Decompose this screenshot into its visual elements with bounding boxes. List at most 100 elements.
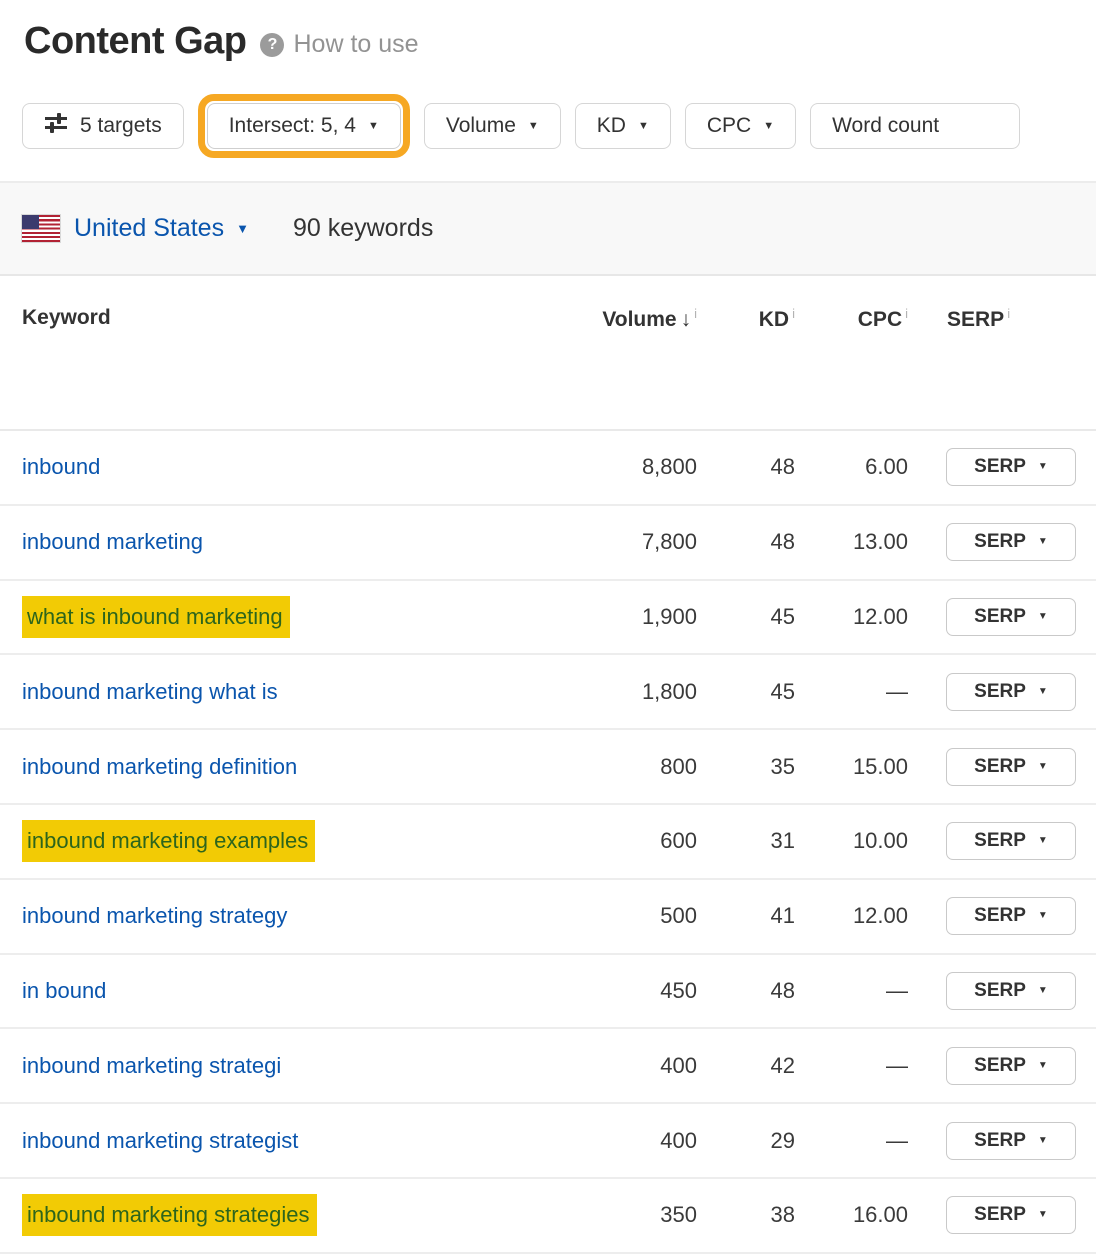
keyword-link[interactable]: in bound bbox=[22, 978, 106, 1003]
keyword-cell: in bound bbox=[0, 978, 537, 1004]
serp-dropdown-button[interactable]: SERP ▼ bbox=[946, 598, 1076, 636]
chevron-down-icon: ▼ bbox=[638, 121, 649, 132]
cpc-value: — bbox=[795, 679, 908, 705]
chevron-down-icon: ▼ bbox=[368, 121, 379, 132]
keyword-cell: inbound marketing what is bbox=[0, 679, 537, 705]
keyword-link[interactable]: inbound marketing what is bbox=[22, 679, 278, 704]
serp-dropdown-button[interactable]: SERP ▼ bbox=[946, 1047, 1076, 1085]
keyword-link[interactable]: inbound marketing strategi bbox=[22, 1053, 281, 1078]
volume-filter-dropdown[interactable]: Volume ▼ bbox=[424, 103, 561, 149]
serp-cell: SERP ▼ bbox=[908, 897, 1096, 935]
chevron-down-icon: ▼ bbox=[763, 121, 774, 132]
kd-filter-dropdown[interactable]: KD ▼ bbox=[575, 103, 671, 149]
volume-value: 8,800 bbox=[537, 454, 697, 480]
keyword-link[interactable]: inbound marketing bbox=[22, 529, 203, 554]
results-subheader: United States ▼ 90 keywords bbox=[0, 181, 1096, 276]
chevron-down-icon: ▼ bbox=[1038, 986, 1048, 996]
kd-value: 48 bbox=[697, 529, 795, 555]
table-row: inbound marketing what is 1,800 45 — SER… bbox=[0, 655, 1096, 730]
serp-cell: SERP ▼ bbox=[908, 748, 1096, 786]
chevron-down-icon: ▼ bbox=[1038, 612, 1048, 622]
table-row: inbound marketing strategist 400 29 — SE… bbox=[0, 1104, 1096, 1179]
keyword-link[interactable]: inbound marketing examples bbox=[22, 820, 315, 862]
serp-dropdown-button[interactable]: SERP ▼ bbox=[946, 673, 1076, 711]
country-selector[interactable]: United States ▼ bbox=[74, 214, 249, 243]
sort-desc-arrow-icon: ↓ bbox=[681, 308, 692, 331]
cpc-value: 10.00 bbox=[795, 828, 908, 854]
chevron-down-icon: ▼ bbox=[1038, 1061, 1048, 1071]
volume-value: 450 bbox=[537, 978, 697, 1004]
table-header-row: Keyword Volume↓i KDi CPCi SERPi bbox=[0, 276, 1096, 431]
keyword-link[interactable]: inbound marketing definition bbox=[22, 754, 297, 779]
sliders-icon bbox=[44, 112, 68, 140]
column-header-cpc[interactable]: CPCi bbox=[795, 306, 908, 332]
targets-button[interactable]: 5 targets bbox=[22, 103, 184, 149]
serp-dropdown-button[interactable]: SERP ▼ bbox=[946, 448, 1076, 486]
keyword-count: 90 keywords bbox=[293, 214, 433, 243]
keyword-link[interactable]: inbound marketing strategist bbox=[22, 1128, 298, 1153]
chevron-down-icon: ▼ bbox=[1038, 836, 1048, 846]
serp-dropdown-button[interactable]: SERP ▼ bbox=[946, 1122, 1076, 1160]
kd-value: 48 bbox=[697, 978, 795, 1004]
volume-value: 7,800 bbox=[537, 529, 697, 555]
filters-toolbar: 5 targets Intersect: 5, 4 ▼ Volume ▼ KD … bbox=[0, 95, 1096, 157]
kd-value: 41 bbox=[697, 903, 795, 929]
chevron-down-icon: ▼ bbox=[1038, 1136, 1048, 1146]
serp-dropdown-button[interactable]: SERP ▼ bbox=[946, 523, 1076, 561]
keyword-link[interactable]: inbound marketing strategy bbox=[22, 903, 287, 928]
page-header: Content Gap ? How to use bbox=[0, 0, 1096, 63]
volume-value: 1,900 bbox=[537, 604, 697, 630]
serp-cell: SERP ▼ bbox=[908, 1122, 1096, 1160]
volume-value: 600 bbox=[537, 828, 697, 854]
table-row: inbound marketing examples 600 31 10.00 … bbox=[0, 805, 1096, 880]
kd-value: 35 bbox=[697, 754, 795, 780]
column-header-keyword[interactable]: Keyword bbox=[0, 306, 537, 330]
kd-value: 42 bbox=[697, 1053, 795, 1079]
how-to-use[interactable]: ? How to use bbox=[260, 30, 418, 59]
serp-cell: SERP ▼ bbox=[908, 673, 1096, 711]
table-row: inbound marketing strategies 350 38 16.0… bbox=[0, 1179, 1096, 1254]
table-body: inbound 8,800 48 6.00 SERP ▼ inbound mar… bbox=[0, 431, 1096, 1254]
keyword-cell: inbound marketing examples bbox=[0, 828, 537, 854]
column-header-serp[interactable]: SERPi bbox=[908, 306, 1096, 332]
keyword-link[interactable]: inbound marketing strategies bbox=[22, 1194, 317, 1236]
table-row: inbound marketing strategy 500 41 12.00 … bbox=[0, 880, 1096, 955]
question-mark-icon: ? bbox=[260, 33, 284, 57]
chevron-down-icon: ▼ bbox=[1038, 1210, 1048, 1220]
word-count-filter-button[interactable]: Word count bbox=[810, 103, 1020, 149]
serp-dropdown-button[interactable]: SERP ▼ bbox=[946, 897, 1076, 935]
cpc-value: 6.00 bbox=[795, 454, 908, 480]
table-row: inbound marketing strategi 400 42 — SERP… bbox=[0, 1029, 1096, 1104]
column-header-kd[interactable]: KDi bbox=[697, 306, 795, 332]
cpc-value: — bbox=[795, 978, 908, 1004]
page-title: Content Gap bbox=[24, 20, 246, 63]
word-count-label: Word count bbox=[832, 114, 939, 138]
cpc-value: 12.00 bbox=[795, 903, 908, 929]
keyword-link[interactable]: what is inbound marketing bbox=[22, 596, 290, 638]
keyword-cell: inbound marketing bbox=[0, 529, 537, 555]
cpc-filter-dropdown[interactable]: CPC ▼ bbox=[685, 103, 796, 149]
serp-dropdown-button[interactable]: SERP ▼ bbox=[946, 972, 1076, 1010]
cpc-value: 16.00 bbox=[795, 1202, 908, 1228]
keyword-cell: inbound marketing definition bbox=[0, 754, 537, 780]
serp-cell: SERP ▼ bbox=[908, 972, 1096, 1010]
chevron-down-icon: ▼ bbox=[1038, 911, 1048, 921]
keyword-cell: inbound marketing strategi bbox=[0, 1053, 537, 1079]
serp-dropdown-button[interactable]: SERP ▼ bbox=[946, 822, 1076, 860]
serp-cell: SERP ▼ bbox=[908, 822, 1096, 860]
intersect-dropdown[interactable]: Intersect: 5, 4 ▼ bbox=[207, 103, 401, 149]
intersect-annotation-highlight: Intersect: 5, 4 ▼ bbox=[198, 94, 410, 158]
volume-value: 500 bbox=[537, 903, 697, 929]
serp-dropdown-button[interactable]: SERP ▼ bbox=[946, 748, 1076, 786]
info-icon[interactable]: i bbox=[1007, 306, 1010, 321]
serp-dropdown-button[interactable]: SERP ▼ bbox=[946, 1196, 1076, 1234]
column-header-volume[interactable]: Volume↓i bbox=[537, 306, 697, 332]
volume-value: 400 bbox=[537, 1128, 697, 1154]
serp-cell: SERP ▼ bbox=[908, 598, 1096, 636]
volume-value: 1,800 bbox=[537, 679, 697, 705]
keyword-cell: inbound marketing strategist bbox=[0, 1128, 537, 1154]
keyword-link[interactable]: inbound bbox=[22, 454, 100, 479]
cpc-value: 12.00 bbox=[795, 604, 908, 630]
table-row: inbound marketing definition 800 35 15.0… bbox=[0, 730, 1096, 805]
serp-cell: SERP ▼ bbox=[908, 1047, 1096, 1085]
